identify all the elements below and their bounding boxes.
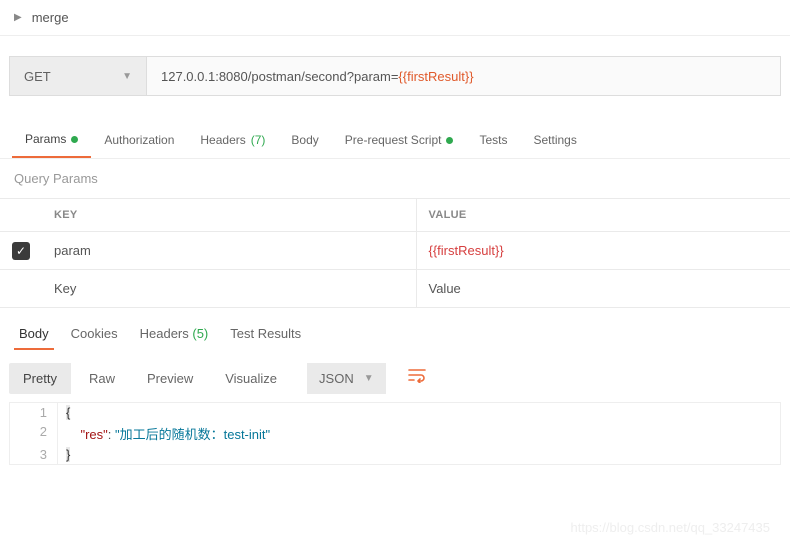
view-preview-button[interactable]: Preview — [133, 363, 207, 394]
format-select[interactable]: JSON ▼ — [307, 363, 386, 394]
tab-authorization[interactable]: Authorization — [91, 122, 187, 158]
tab-params[interactable]: Params — [12, 122, 91, 158]
wrap-lines-icon[interactable] — [402, 363, 432, 394]
response-tab-headers[interactable]: Headers (5) — [129, 318, 220, 349]
caret-right-icon: ▶ — [14, 12, 22, 23]
param-value-input[interactable]: {{firstResult}} — [417, 232, 790, 269]
tab-prerequest[interactable]: Pre-request Script — [332, 122, 467, 158]
checkbox-checked-icon[interactable]: ✓ — [12, 242, 30, 260]
response-tabs: Body Cookies Headers (5) Test Results — [0, 308, 790, 349]
response-code: 1{ 2 "res": "加工后的随机数：test-init" 3} — [9, 402, 781, 465]
url-variable: {{firstResult}} — [398, 69, 473, 84]
response-tab-tests[interactable]: Test Results — [219, 318, 312, 349]
tab-body[interactable]: Body — [278, 122, 331, 158]
param-key-input[interactable]: param — [42, 232, 417, 269]
url-text: 127.0.0.1:8080/postman/second?param= — [161, 69, 398, 84]
column-header-key: KEY — [42, 199, 417, 231]
caret-down-icon: ▼ — [122, 71, 132, 82]
collapse-label: merge — [32, 10, 69, 25]
tab-tests[interactable]: Tests — [466, 122, 520, 158]
status-dot-icon — [446, 137, 453, 144]
url-input[interactable]: 127.0.0.1:8080/postman/second?param={{fi… — [147, 56, 781, 96]
request-tabs: Params Authorization Headers (7) Body Pr… — [0, 122, 790, 159]
response-tab-cookies[interactable]: Cookies — [60, 318, 129, 349]
row-checkbox-cell: ✓ — [0, 232, 42, 269]
param-row-empty: Key Value — [0, 270, 790, 308]
response-view-row: Pretty Raw Preview Visualize JSON ▼ — [9, 363, 781, 394]
tab-headers[interactable]: Headers (7) — [187, 122, 278, 158]
collapse-section[interactable]: ▶ merge — [0, 0, 790, 36]
params-table-header: KEY VALUE — [0, 198, 790, 232]
param-key-placeholder[interactable]: Key — [42, 270, 417, 307]
http-method-select[interactable]: GET ▼ — [9, 56, 147, 96]
watermark: https://blog.csdn.net/qq_33247435 — [571, 520, 771, 535]
param-value-placeholder[interactable]: Value — [417, 270, 790, 307]
response-tab-body[interactable]: Body — [8, 318, 60, 349]
caret-down-icon: ▼ — [364, 373, 374, 384]
view-visualize-button[interactable]: Visualize — [211, 363, 291, 394]
request-url-row: GET ▼ 127.0.0.1:8080/postman/second?para… — [9, 56, 781, 96]
column-header-value: VALUE — [417, 199, 790, 231]
param-row: ✓ param {{firstResult}} — [0, 232, 790, 270]
view-pretty-button[interactable]: Pretty — [9, 363, 71, 394]
tab-settings[interactable]: Settings — [521, 122, 590, 158]
status-dot-icon — [71, 136, 78, 143]
view-raw-button[interactable]: Raw — [75, 363, 129, 394]
query-params-title: Query Params — [0, 159, 790, 198]
method-label: GET — [24, 69, 51, 84]
